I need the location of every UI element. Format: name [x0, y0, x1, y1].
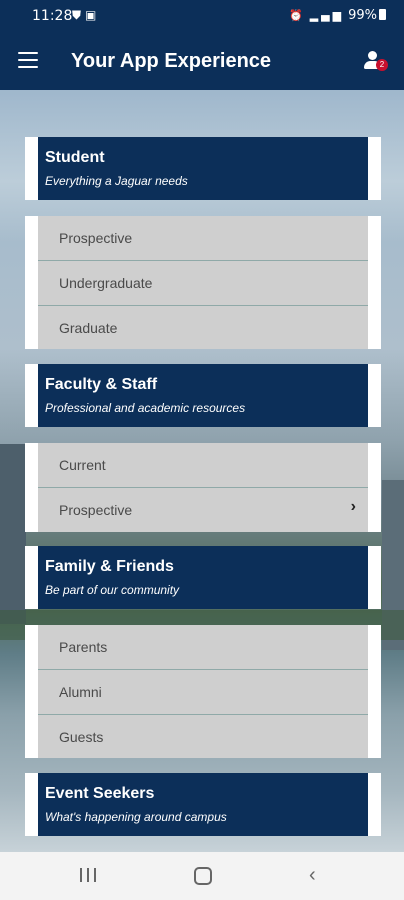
section-title: Student [45, 149, 105, 166]
notification-badge: 2 [376, 59, 388, 71]
family-friends-header[interactable]: Family & Friends Be part of our communit… [38, 546, 368, 609]
list-item-student-undergraduate[interactable]: Undergraduate [38, 261, 368, 306]
section-title: Faculty & Staff [45, 376, 158, 393]
section-subtitle: Be part of our community [45, 583, 180, 597]
list-item-label: Guests [59, 729, 104, 745]
battery-icon [379, 9, 386, 20]
list-item-faculty-prospective[interactable]: Prospective › [38, 488, 368, 532]
recents-button[interactable] [80, 868, 98, 882]
list-item-label: Graduate [59, 320, 118, 336]
list-item-label: Current [59, 457, 106, 473]
section-subtitle: Professional and academic resources [45, 401, 246, 415]
profile-button[interactable]: 2 [364, 48, 390, 76]
background-building [0, 444, 26, 624]
signal-icon: ▂▄▆ [309, 9, 345, 22]
page-title: Your App Experience [71, 50, 272, 72]
shield-icon: ⛊ [72, 8, 86, 22]
student-list: Prospective Undergraduate Graduate [25, 216, 381, 349]
list-item-student-graduate[interactable]: Graduate [38, 306, 368, 350]
battery-level: 99% [348, 8, 377, 23]
list-item-family-parents[interactable]: Parents [38, 625, 368, 670]
list-item-label: Prospective [59, 230, 133, 246]
section-title: Event Seekers [45, 785, 155, 802]
user-icon [368, 51, 377, 60]
home-button[interactable] [194, 867, 212, 885]
faculty-staff-header[interactable]: Faculty & Staff Professional and academi… [38, 364, 368, 427]
section-subtitle: Everything a Jaguar needs [45, 174, 188, 188]
system-nav-bar: ‹ [0, 852, 404, 900]
list-item-label: Prospective [59, 502, 133, 518]
list-item-label: Alumni [59, 684, 102, 700]
family-friends-card: Family & Friends Be part of our communit… [25, 546, 381, 609]
app-bar: Your App Experience 2 [0, 34, 404, 90]
student-card: Student Everything a Jaguar needs [25, 137, 381, 200]
status-time: 11:28 [32, 8, 73, 24]
list-item-student-prospective[interactable]: Prospective [38, 216, 368, 261]
section-subtitle: What's happening around campus [45, 810, 227, 824]
chevron-right-icon: › [350, 498, 356, 515]
list-item-label: Undergraduate [59, 275, 153, 291]
list-item-faculty-current[interactable]: Current [38, 443, 368, 488]
event-seekers-header[interactable]: Event Seekers What's happening around ca… [38, 773, 368, 836]
list-item-family-alumni[interactable]: Alumni [38, 670, 368, 715]
back-button[interactable]: ‹ [309, 865, 316, 885]
student-header[interactable]: Student Everything a Jaguar needs [38, 137, 368, 200]
faculty-staff-list: Current Prospective › [25, 443, 381, 532]
family-friends-list: Parents Alumni Guests [25, 625, 381, 758]
section-title: Family & Friends [45, 558, 174, 575]
system-status: ⏰ ▂▄▆ 99% [289, 8, 386, 23]
faculty-staff-card: Faculty & Staff Professional and academi… [25, 364, 381, 427]
notification-icons: ⛊▣ [72, 8, 100, 23]
event-seekers-card: Event Seekers What's happening around ca… [25, 773, 381, 836]
list-item-label: Parents [59, 639, 108, 655]
gallery-icon: ▣ [85, 8, 101, 22]
list-item-family-guests[interactable]: Guests [38, 715, 368, 759]
content-area[interactable]: Student Everything a Jaguar needs Prospe… [0, 90, 404, 852]
alarm-icon: ⏰ [289, 9, 306, 22]
status-bar: 11:28 ⛊▣ ⏰ ▂▄▆ 99% [0, 0, 404, 34]
hamburger-menu-icon[interactable] [18, 52, 38, 68]
